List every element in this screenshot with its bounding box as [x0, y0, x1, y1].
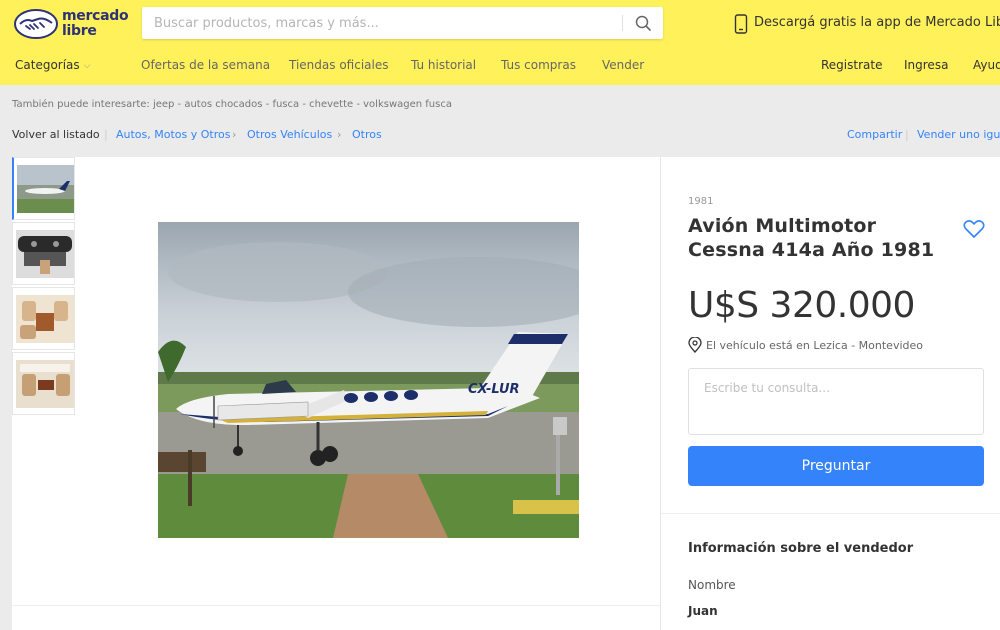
cockpit-thumb-image: [16, 230, 74, 278]
question-textarea[interactable]: [688, 368, 984, 435]
search-button[interactable]: [628, 11, 658, 35]
airplane-main-photo[interactable]: CX-LUR: [158, 222, 579, 538]
search-input[interactable]: [142, 7, 612, 39]
breadcrumb-item[interactable]: Autos, Motos y Otros: [116, 128, 230, 141]
nav-sell[interactable]: Vender: [602, 58, 644, 72]
cabin-seats-thumb-image: [16, 295, 74, 343]
mercadolibre-logo[interactable]: mercado libre: [14, 8, 134, 42]
nav-help[interactable]: Ayuda: [973, 58, 1000, 72]
breadcrumb-chevron-icon: ›: [337, 128, 342, 141]
breadcrumb-item[interactable]: Otros: [352, 128, 382, 141]
breadcrumb-separator: |: [905, 128, 909, 141]
logo-wordmark: mercado libre: [62, 8, 129, 39]
breadcrumb-item[interactable]: Otros Vehículos: [247, 128, 332, 141]
nav-categories[interactable]: Categorías ⌵: [15, 58, 90, 72]
nav-categories-label: Categorías: [15, 58, 80, 72]
vehicle-location-text: El vehículo está en Lezica - Montevideo: [706, 339, 923, 352]
search-icon: [635, 15, 651, 31]
nav-offers[interactable]: Ofertas de la semana: [141, 58, 270, 72]
info-divider: [661, 513, 1000, 514]
nav-purchases[interactable]: Tus compras: [501, 58, 576, 72]
ask-question-button[interactable]: Preguntar: [688, 446, 984, 486]
chevron-down-icon: ⌵: [83, 61, 91, 71]
gallery-bottom-divider: [12, 605, 660, 606]
listing-info-panel: 1981 Avión Multimotor Cessna 414a Año 19…: [661, 157, 1000, 630]
aircraft-registration: CX-LUR: [468, 382, 520, 397]
handshake-logo-icon: [14, 9, 58, 39]
thumbnail-cockpit[interactable]: [12, 222, 75, 285]
app-promo-text: Descargá gratis la app de Mercado Libre: [754, 15, 1000, 30]
seller-info-heading: Información sobre el vendedor: [688, 541, 914, 556]
location-pin-icon: [688, 337, 702, 353]
thumbnail-cabin-seats[interactable]: [12, 287, 75, 350]
search-bar: [142, 7, 663, 39]
listing-year: 1981: [688, 196, 714, 207]
breadcrumb-separator: |: [104, 128, 108, 141]
listing-price: U$S 320.000: [688, 285, 915, 326]
back-to-list-link[interactable]: Volver al listado: [12, 128, 100, 141]
listing-card: CX-LUR 1981 Avión Multimotor Cessna 414a…: [12, 157, 1000, 630]
seller-name: Juan: [688, 604, 718, 618]
sell-same-link[interactable]: Vender uno igual: [917, 128, 1000, 141]
nav-history[interactable]: Tu historial: [411, 58, 476, 72]
main-nav: Categorías ⌵ Ofertas de la semana Tiendas…: [0, 58, 1000, 76]
nav-official-stores[interactable]: Tiendas oficiales: [289, 58, 388, 72]
heart-favorite-icon[interactable]: [963, 219, 985, 239]
seller-name-label: Nombre: [688, 578, 736, 592]
plane-thumb-image: [17, 165, 74, 213]
thumbnail-cabin-interior[interactable]: [12, 352, 75, 415]
listing-title: Avión Multimotor Cessna 414a Año 1981: [688, 215, 935, 261]
site-header: mercado libre Descargá gratis la app de …: [0, 0, 1000, 85]
breadcrumb-chevron-icon: ›: [232, 128, 237, 141]
nav-register[interactable]: Registrate: [821, 58, 882, 72]
nav-login[interactable]: Ingresa: [904, 58, 948, 72]
cabin-interior-thumb-image: [16, 360, 74, 408]
share-link[interactable]: Compartir: [847, 128, 902, 141]
related-searches[interactable]: También puede interesarte: jeep - autos …: [12, 99, 452, 110]
breadcrumb: Volver al listado | Autos, Motos y Otros…: [12, 128, 1000, 144]
thumbnail-plane-exterior[interactable]: [12, 157, 75, 220]
app-download-link[interactable]: Descargá gratis la app de Mercado Libre: [734, 12, 1000, 34]
mobile-phone-icon: [734, 14, 748, 34]
search-divider: [622, 15, 623, 31]
